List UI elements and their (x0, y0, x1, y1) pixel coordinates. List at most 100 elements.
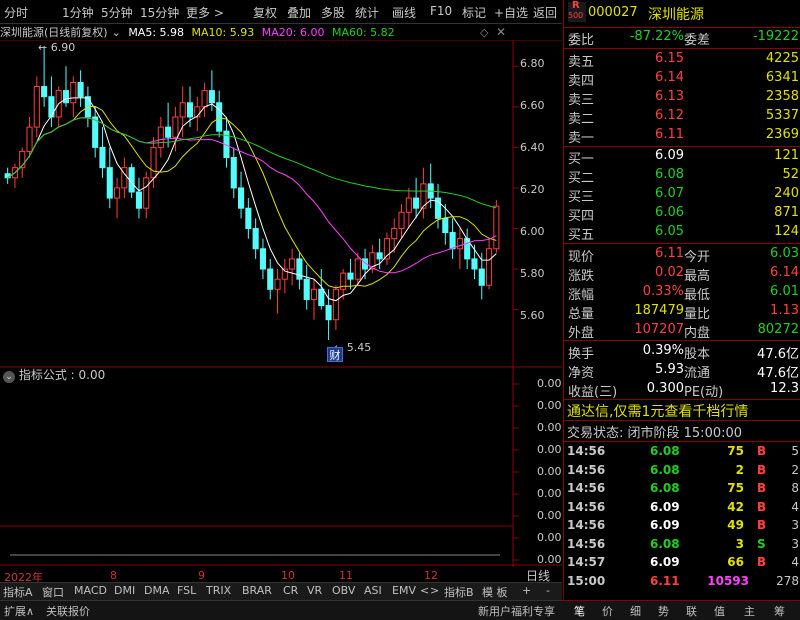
tab-indicator-b[interactable]: 指标B (444, 584, 474, 600)
expand-button[interactable]: 扩展∧ (4, 603, 34, 619)
level2-promo-link[interactable]: 通达信,仅需1元查看千档行情 (567, 401, 748, 421)
tab-emv[interactable]: EMV (392, 584, 416, 597)
tab-zoom-in[interactable]: + (522, 584, 531, 597)
menu-stats[interactable]: 统计 (355, 4, 379, 21)
tab-indicator-a[interactable]: 指标A (3, 584, 33, 600)
x-tick-label: 8 (110, 569, 117, 582)
bid-row[interactable]: 买一 6.09 121 (564, 147, 800, 167)
kline-chart[interactable] (0, 40, 562, 567)
tab-vr[interactable]: VR (307, 584, 322, 597)
ask-row[interactable]: 卖一 6.11 2369 (564, 126, 800, 146)
candle-body (274, 278, 281, 290)
tab-template[interactable]: 模 板 (482, 584, 508, 600)
bid-row[interactable]: 买五 6.05 124 (564, 223, 800, 243)
bid-row[interactable]: 买三 6.07 240 (564, 185, 800, 205)
candle-body (456, 238, 463, 250)
ma5-label: MA5: 5.98 (128, 26, 185, 39)
ask-row[interactable]: 卖四 6.14 6341 (564, 69, 800, 89)
tick-row: 14:57 6.09 66 B 4 (564, 554, 800, 572)
tab-related[interactable]: 联 (686, 603, 697, 619)
tab-trend[interactable]: 势 (658, 603, 669, 619)
candle-body (92, 116, 99, 148)
tab-value[interactable]: 值 (714, 603, 725, 619)
tab-ticks[interactable]: 笔 (574, 603, 585, 619)
tick-count: 8 (791, 481, 799, 495)
x-tick-label: 9 (198, 569, 205, 582)
tick-price: 6.08 (650, 536, 680, 551)
tab-detail[interactable]: 细 (630, 603, 641, 619)
bid-row[interactable]: 买二 6.08 52 (564, 166, 800, 186)
diamond-icon[interactable]: ◇ (480, 26, 488, 39)
tick-side: B (757, 555, 767, 569)
tab-cr[interactable]: CR (283, 584, 298, 597)
stock-code: 000027 (588, 5, 638, 20)
tab-fsl[interactable]: FSL (177, 584, 196, 597)
tick-row: 14:56 6.09 42 B 4 (564, 499, 800, 517)
ma20-label: MA20: 6.00 (261, 26, 325, 39)
legend-dropdown-icon[interactable]: ⌄ (112, 26, 121, 39)
candle-body (471, 258, 478, 270)
tick-time: 14:56 (567, 462, 606, 477)
candle-body (150, 146, 157, 179)
menu-overlay[interactable]: 叠加 (287, 4, 311, 21)
menu-5min[interactable]: 5分钟 (101, 4, 133, 21)
new-user-promo[interactable]: 新用户福利专享 (478, 603, 555, 619)
stat-row: 现价 6.11 今开 6.03 (568, 246, 799, 265)
tab-chips[interactable]: 筹 (774, 603, 785, 619)
candle-body (405, 197, 412, 213)
tab-scroll-left[interactable]: < (420, 584, 429, 597)
menu-mark[interactable]: 标记 (462, 4, 486, 21)
candle-body (325, 305, 332, 321)
tick-volume: 10593 (707, 573, 749, 588)
menu-intraday[interactable]: 分时 (4, 4, 28, 21)
tick-count: 5 (791, 444, 799, 458)
tab-dma[interactable]: DMA (144, 584, 170, 597)
tick-volume: 75 (727, 481, 744, 495)
tick-count: 3 (791, 536, 799, 551)
tab-asi[interactable]: ASI (364, 584, 382, 597)
financial-report-badge[interactable]: 财 (327, 347, 343, 362)
candle-body (26, 126, 33, 152)
tab-brar[interactable]: BRAR (242, 584, 272, 597)
stat-row: 涨幅 0.33% 最低 6.01 (568, 284, 799, 303)
tab-obv[interactable]: OBV (332, 584, 355, 597)
chart-title: 深圳能源(日线前复权) (0, 26, 108, 39)
menu-15min[interactable]: 15分钟 (140, 4, 179, 21)
tick-price: 6.08 (650, 481, 680, 495)
stat-row: 总量 187479 量比 1.13 (568, 303, 799, 322)
candle-body (413, 197, 420, 209)
ask-row[interactable]: 卖二 6.12 5337 (564, 107, 800, 127)
tab-price[interactable]: 价 (602, 603, 613, 619)
menu-1min[interactable]: 1分钟 (62, 4, 94, 21)
tab-main[interactable]: 主 (744, 603, 755, 619)
tab-trix[interactable]: TRIX (206, 584, 231, 597)
tab-zoom-out[interactable]: - (546, 584, 550, 597)
candle-body (303, 278, 310, 300)
menu-back[interactable]: 返回 (533, 4, 557, 21)
ma10-label: MA10: 5.93 (191, 26, 255, 39)
tick-count: 3 (791, 518, 799, 532)
candle-body (179, 102, 186, 118)
menu-add-watchlist[interactable]: +自选 (494, 4, 528, 21)
menu-fuquan[interactable]: 复权 (253, 4, 277, 21)
tick-time: 14:56 (567, 444, 606, 458)
indicator-dropdown-icon[interactable]: ⌄ (3, 371, 15, 383)
ask-row[interactable]: 卖三 6.13 2358 (564, 88, 800, 108)
tab-dmi[interactable]: DMI (114, 584, 135, 597)
close-icon[interactable]: ✕ (496, 25, 506, 39)
tab-scroll-right[interactable]: > (430, 584, 439, 597)
menu-more[interactable]: 更多 > (186, 4, 224, 21)
tab-macd[interactable]: MACD (74, 584, 107, 597)
menu-draw-line[interactable]: 画线 (392, 4, 416, 21)
candle-body (376, 252, 383, 260)
bid-row[interactable]: 买四 6.06 871 (564, 204, 800, 224)
fund-row: 收益(三) 0.300 PE(动) 12.3 (568, 381, 799, 400)
tab-window[interactable]: 窗口 (42, 584, 64, 600)
y-tick-label: 6.80 (520, 57, 545, 70)
ask-row[interactable]: 卖五 6.15 4225 (564, 50, 800, 70)
related-quotes-button[interactable]: 关联报价 (46, 603, 90, 619)
x-tick-label: 11 (339, 569, 353, 582)
menu-f10[interactable]: F10 (430, 4, 452, 18)
menu-multi-stock[interactable]: 多股 (321, 4, 345, 21)
candle-body (33, 86, 40, 128)
